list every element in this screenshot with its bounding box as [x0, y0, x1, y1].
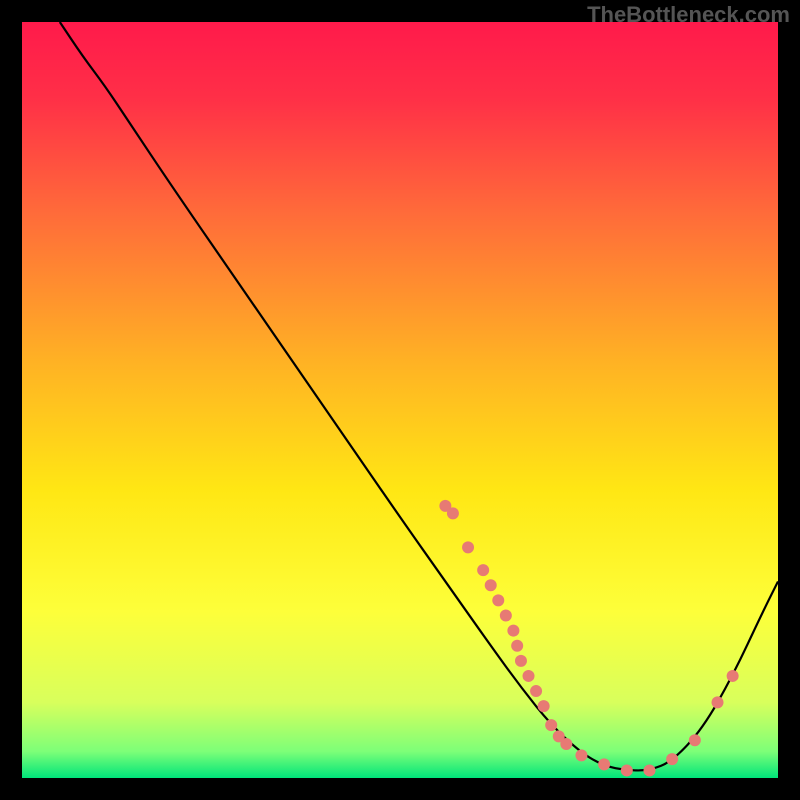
data-point — [560, 738, 572, 750]
data-point — [515, 655, 527, 667]
data-point — [727, 670, 739, 682]
data-point — [712, 696, 724, 708]
data-point — [511, 640, 523, 652]
data-point — [462, 541, 474, 553]
data-point — [666, 753, 678, 765]
data-point — [477, 564, 489, 576]
data-point — [538, 700, 550, 712]
data-point — [530, 685, 542, 697]
data-point — [575, 749, 587, 761]
data-point — [621, 764, 633, 776]
chart-container: TheBottleneck.com — [0, 0, 800, 800]
data-point — [447, 507, 459, 519]
data-point — [523, 670, 535, 682]
data-point — [598, 758, 610, 770]
data-point — [500, 609, 512, 621]
watermark-text: TheBottleneck.com — [587, 2, 790, 28]
data-point — [485, 579, 497, 591]
bottleneck-chart — [22, 22, 778, 778]
data-point — [507, 625, 519, 637]
plot-background — [22, 22, 778, 778]
data-point — [492, 594, 504, 606]
data-point — [689, 734, 701, 746]
data-point — [643, 764, 655, 776]
data-point — [545, 719, 557, 731]
